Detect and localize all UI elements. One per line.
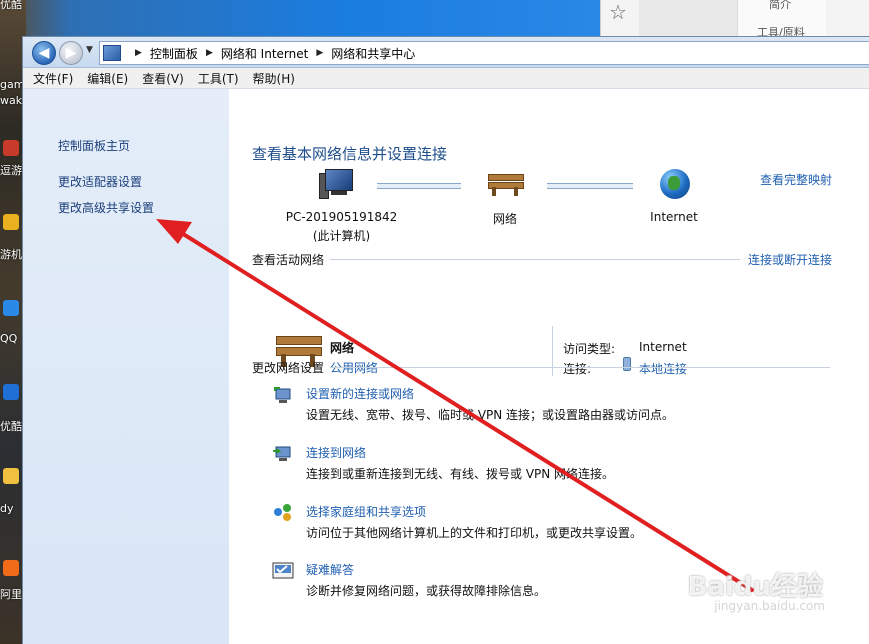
breadcrumb-item[interactable]: 控制面板: [150, 45, 198, 62]
desktop-label: 优酷: [0, 420, 22, 433]
forward-arrow-icon[interactable]: ▶: [59, 41, 83, 65]
watermark-url: jingyan.baidu.com: [714, 599, 825, 613]
main-panel: 查看基本网络信息并设置连接 查看完整映射 PC-201905191842 (此计…: [229, 89, 869, 644]
task-connect-network[interactable]: 连接到网络: [306, 444, 366, 461]
desktop-label: dy: [0, 502, 14, 515]
connection-label: 连接:: [563, 362, 592, 376]
menu-help[interactable]: 帮助(H): [253, 70, 295, 87]
breadcrumb-item[interactable]: 网络和 Internet: [221, 45, 308, 62]
back-arrow-icon[interactable]: ◀: [32, 41, 56, 65]
active-networks-title: 查看活动网络: [252, 253, 325, 267]
task-homegroup-sharing[interactable]: 选择家庭组和共享选项: [306, 503, 426, 520]
control-panel-icon: [103, 45, 121, 61]
menu-bar: 文件(F) 编辑(E) 查看(V) 工具(T) 帮助(H): [23, 68, 869, 89]
menu-view[interactable]: 查看(V): [142, 70, 184, 87]
star-icon[interactable]: ☆: [609, 0, 627, 24]
desktop-label: wak: [0, 94, 23, 107]
desktop-label: 阿里: [0, 588, 22, 601]
menu-tools[interactable]: 工具(T): [198, 70, 239, 87]
task-connect-network-desc: 连接到或重新连接到无线、有线、拨号或 VPN 网络连接。: [306, 467, 615, 481]
page-title: 查看基本网络信息并设置连接: [252, 145, 448, 163]
breadcrumb-item[interactable]: 网络和共享中心: [331, 45, 415, 62]
desktop-label: 游机: [0, 248, 22, 261]
desktop-app-icon[interactable]: [3, 214, 19, 230]
breadcrumb-separator[interactable]: ▶: [316, 48, 323, 58]
task-setup-connection-desc: 设置无线、宽带、拨号、临时或 VPN 连接；或设置路由器或访问点。: [306, 408, 675, 422]
desktop-app-icon[interactable]: [3, 468, 19, 484]
desktop-label: gam: [0, 78, 25, 91]
desktop-app-icon[interactable]: [3, 140, 19, 156]
connect-network-icon: [273, 446, 291, 461]
local-connection-link[interactable]: 本地连接: [639, 360, 687, 377]
task-troubleshoot[interactable]: 疑难解答: [306, 561, 354, 578]
address-bar[interactable]: ▶ 控制面板 ▶ 网络和 Internet ▶ 网络和共享中心: [99, 41, 869, 65]
address-toolbar: ◀ ▶ ▼ ▶ 控制面板 ▶ 网络和 Internet ▶ 网络和共享中心: [23, 37, 869, 68]
divider: [330, 259, 740, 260]
divider: [552, 326, 553, 376]
background-browser-strip: ☆ 简介 工具/原料: [600, 0, 869, 39]
computer-icon: [319, 167, 353, 199]
network-sharing-center-window: ◀ ▶ ▼ ▶ 控制面板 ▶ 网络和 Internet ▶ 网络和共享中心 文件…: [22, 36, 869, 644]
browser-panel: [639, 0, 737, 36]
desktop-app-icon[interactable]: [3, 300, 19, 316]
sidebar-item-control-panel-home[interactable]: 控制面板主页: [58, 137, 130, 154]
bench-network-icon: [488, 172, 524, 196]
breadcrumb-separator[interactable]: ▶: [206, 48, 213, 58]
desktop-label: 逗游: [0, 164, 22, 177]
chevron-down-icon[interactable]: ▼: [86, 45, 93, 55]
globe-icon: [660, 169, 690, 199]
browser-strip-label[interactable]: 简介: [769, 0, 791, 12]
new-connection-icon: [274, 387, 291, 403]
change-settings-title: 更改网络设置: [252, 361, 325, 375]
watermark-logo: Baidu经验: [687, 572, 823, 602]
desktop-label: 优酷: [0, 0, 22, 11]
task-homegroup-sharing-desc: 访问位于其他网络计算机上的文件和打印机，或更改共享设置。: [306, 526, 643, 540]
network-node-label: 网络: [492, 212, 517, 226]
connection-line: [547, 183, 633, 189]
see-full-map-link[interactable]: 查看完整映射: [760, 171, 832, 188]
sidebar-item-advanced-sharing[interactable]: 更改高级共享设置: [58, 199, 154, 216]
desktop-label: QQ: [0, 332, 18, 345]
access-type-value: Internet: [639, 340, 687, 354]
content-area: 控制面板主页 更改适配器设置 更改高级共享设置 查看基本网络信息并设置连接 查看…: [23, 89, 869, 644]
menu-file[interactable]: 文件(F): [33, 70, 73, 87]
plug-icon: [623, 357, 631, 371]
desktop-app-icon[interactable]: [3, 384, 19, 400]
pc-name-label: PC-201905191842: [285, 210, 398, 224]
divider: [330, 367, 830, 368]
active-network-name: 网络: [330, 341, 355, 355]
homegroup-icon: [274, 504, 291, 521]
task-setup-connection[interactable]: 设置新的连接或网络: [306, 385, 414, 402]
troubleshoot-icon: [272, 562, 294, 579]
access-type-label: 访问类型:: [563, 342, 616, 356]
breadcrumb-separator[interactable]: ▶: [135, 48, 142, 58]
internet-node-label: Internet: [650, 210, 698, 224]
sidebar-item-adapter-settings[interactable]: 更改适配器设置: [58, 173, 142, 190]
sidebar: 控制面板主页 更改适配器设置 更改高级共享设置: [23, 89, 229, 644]
menu-edit[interactable]: 编辑(E): [87, 70, 128, 87]
task-troubleshoot-desc: 诊断并修复网络问题，或获得故障排除信息。: [306, 584, 547, 598]
pc-sub-label: (此计算机): [312, 229, 371, 243]
connect-disconnect-link[interactable]: 连接或断开连接: [748, 251, 832, 268]
desktop-app-icon[interactable]: [3, 560, 19, 576]
connection-line: [377, 183, 461, 189]
